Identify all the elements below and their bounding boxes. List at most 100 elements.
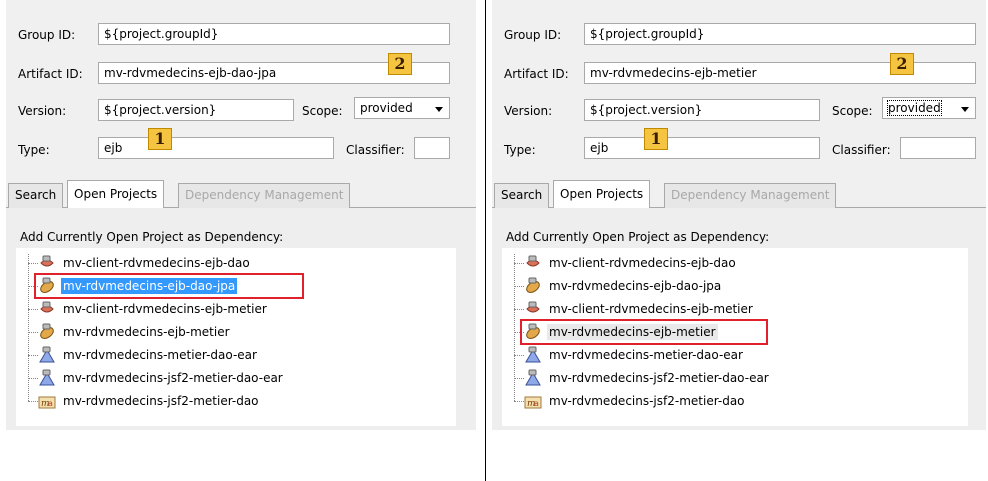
tree-connector: [514, 263, 524, 264]
svg-text:a: a: [48, 399, 53, 408]
project-tree-item[interactable]: mv-rdvmedecins-jsf2-metier-dao-ear: [38, 369, 338, 387]
project-tree-item[interactable]: m a mv-rdvmedecins-jsf2-metier-dao: [38, 392, 338, 410]
tab-search[interactable]: Search: [494, 183, 550, 208]
selection-highlight-box: [34, 273, 304, 299]
ejb-bean-icon: [524, 277, 542, 295]
project-tree-item[interactable]: mv-rdvmedecins-metier-dao-ear: [524, 346, 824, 364]
tree-connector: [514, 378, 524, 379]
project-tree-item-label: mv-rdvmedecins-ejb-metier: [63, 325, 230, 339]
scope-value: provided: [887, 100, 942, 116]
scope-label: Scope:: [302, 104, 343, 118]
open-projects-heading: Add Currently Open Project as Dependency…: [20, 230, 284, 244]
right-dependency-panel: Group ID: ${project.groupId} Artifact ID…: [492, 0, 986, 430]
left-dependency-panel: Group ID: ${project.groupId} Artifact ID…: [6, 0, 476, 430]
project-tree-item-label: mv-client-rdvmedecins-ejb-dao: [63, 256, 250, 270]
open-projects-tree[interactable]: mv-client-rdvmedecins-ejb-dao mv-rdvmedec…: [16, 248, 456, 426]
type-field[interactable]: ejb: [98, 137, 334, 159]
client-project-icon: [38, 300, 56, 318]
project-tree-item[interactable]: mv-rdvmedecins-ejb-metier: [38, 323, 338, 341]
tree-connector: [28, 378, 38, 379]
classifier-label: Classifier:: [832, 143, 891, 157]
tab-search[interactable]: Search: [8, 183, 64, 208]
scope-value: provided: [360, 101, 413, 115]
version-field[interactable]: ${project.version}: [98, 99, 294, 121]
type-field[interactable]: ejb: [584, 137, 820, 159]
svg-text:a: a: [534, 399, 539, 408]
panel-separator: [485, 0, 486, 481]
project-tree-item[interactable]: mv-client-rdvmedecins-ejb-metier: [38, 300, 338, 318]
ejb-bean-icon: [38, 323, 56, 341]
artifact-id-label: Artifact ID:: [18, 67, 83, 81]
tree-connector: [28, 332, 38, 333]
tree-connector: [514, 286, 524, 287]
group-id-field[interactable]: ${project.groupId}: [584, 23, 976, 45]
group-id-label: Group ID:: [18, 28, 76, 42]
classifier-field[interactable]: [900, 137, 976, 159]
group-id-label: Group ID:: [504, 28, 562, 42]
coordinates-form: Group ID: ${project.groupId} Artifact ID…: [492, 0, 986, 180]
coordinates-form: Group ID: ${project.groupId} Artifact ID…: [6, 0, 476, 180]
scope-label: Scope:: [832, 104, 873, 118]
tree-connector: [28, 401, 38, 402]
type-label: Type:: [18, 143, 50, 157]
callout-badge-2: 2: [388, 53, 412, 75]
ear-project-icon: [524, 346, 542, 364]
tab-dependency-management: Dependency Management: [664, 183, 837, 208]
group-id-field[interactable]: ${project.groupId}: [98, 23, 450, 45]
project-tree-item-label: mv-rdvmedecins-metier-dao-ear: [549, 348, 743, 362]
ear-project-icon: [524, 369, 542, 387]
tree-connector: [514, 401, 524, 402]
scope-dropdown[interactable]: provided: [882, 97, 976, 119]
maven-war-icon: ma: [524, 392, 542, 410]
project-tree-item-label: mv-rdvmedecins-jsf2-metier-dao-ear: [549, 371, 769, 385]
tree-connector: [28, 355, 38, 356]
client-project-icon: [524, 300, 542, 318]
selection-highlight-box: [520, 319, 768, 345]
project-tree-item[interactable]: mv-rdvmedecins-metier-dao-ear: [38, 346, 338, 364]
artifact-id-field[interactable]: mv-rdvmedecins-ejb-metier: [584, 62, 976, 84]
project-tree-item-label: mv-rdvmedecins-metier-dao-ear: [63, 348, 257, 362]
project-tree-item[interactable]: mv-client-rdvmedecins-ejb-dao: [38, 254, 338, 272]
project-tree-item[interactable]: mv-client-rdvmedecins-ejb-dao: [524, 254, 824, 272]
maven-war-icon: ma: [38, 392, 56, 410]
project-tree-item-label: mv-rdvmedecins-jsf2-metier-dao: [63, 394, 259, 408]
project-tree-item-label: mv-rdvmedecins-jsf2-metier-dao-ear: [63, 371, 283, 385]
callout-badge-1: 1: [148, 128, 172, 150]
ear-project-icon: [38, 369, 56, 387]
classifier-field[interactable]: [414, 137, 450, 159]
dependency-tabs: Search Open Projects Dependency Manageme…: [492, 180, 986, 208]
open-projects-tree[interactable]: mv-client-rdvmedecins-ejb-dao mv-rdvmedec…: [502, 248, 968, 426]
ear-project-icon: [38, 346, 56, 364]
callout-badge-1: 1: [644, 128, 668, 150]
tree-connector: [514, 355, 524, 356]
project-tree-item-label: mv-rdvmedecins-jsf2-metier-dao: [549, 394, 745, 408]
tree-connector: [28, 263, 38, 264]
artifact-id-label: Artifact ID:: [504, 67, 569, 81]
open-projects-pane: Add Currently Open Project as Dependency…: [492, 208, 986, 430]
type-label: Type:: [504, 143, 536, 157]
chevron-down-icon: [435, 107, 443, 112]
tab-open-projects[interactable]: Open Projects: [67, 180, 165, 208]
project-tree-item[interactable]: mv-client-rdvmedecins-ejb-metier: [524, 300, 824, 318]
tab-dependency-management: Dependency Management: [178, 183, 351, 208]
project-tree-item[interactable]: mv-rdvmedecins-jsf2-metier-dao-ear: [524, 369, 824, 387]
chevron-down-icon: [961, 107, 969, 112]
callout-badge-2: 2: [890, 53, 914, 75]
project-tree-item-label: mv-client-rdvmedecins-ejb-dao: [549, 256, 736, 270]
tab-open-projects[interactable]: Open Projects: [553, 180, 651, 208]
version-field[interactable]: ${project.version}: [584, 99, 820, 121]
version-label: Version:: [504, 104, 553, 118]
scope-dropdown[interactable]: provided: [354, 97, 450, 119]
project-tree-item-label: mv-client-rdvmedecins-ejb-metier: [549, 302, 753, 316]
client-project-icon: [524, 254, 542, 272]
tree-connector: [514, 309, 524, 310]
project-tree-item[interactable]: mv-rdvmedecins-ejb-dao-jpa: [524, 277, 824, 295]
project-tree-item-label: mv-client-rdvmedecins-ejb-metier: [63, 302, 267, 316]
open-projects-pane: Add Currently Open Project as Dependency…: [6, 208, 476, 430]
dependency-tabs: Search Open Projects Dependency Manageme…: [6, 180, 476, 208]
version-label: Version:: [18, 104, 67, 118]
client-project-icon: [38, 254, 56, 272]
tree-connector: [28, 309, 38, 310]
project-tree-item[interactable]: m a mv-rdvmedecins-jsf2-metier-dao: [524, 392, 824, 410]
project-tree-item-label: mv-rdvmedecins-ejb-dao-jpa: [549, 279, 722, 293]
